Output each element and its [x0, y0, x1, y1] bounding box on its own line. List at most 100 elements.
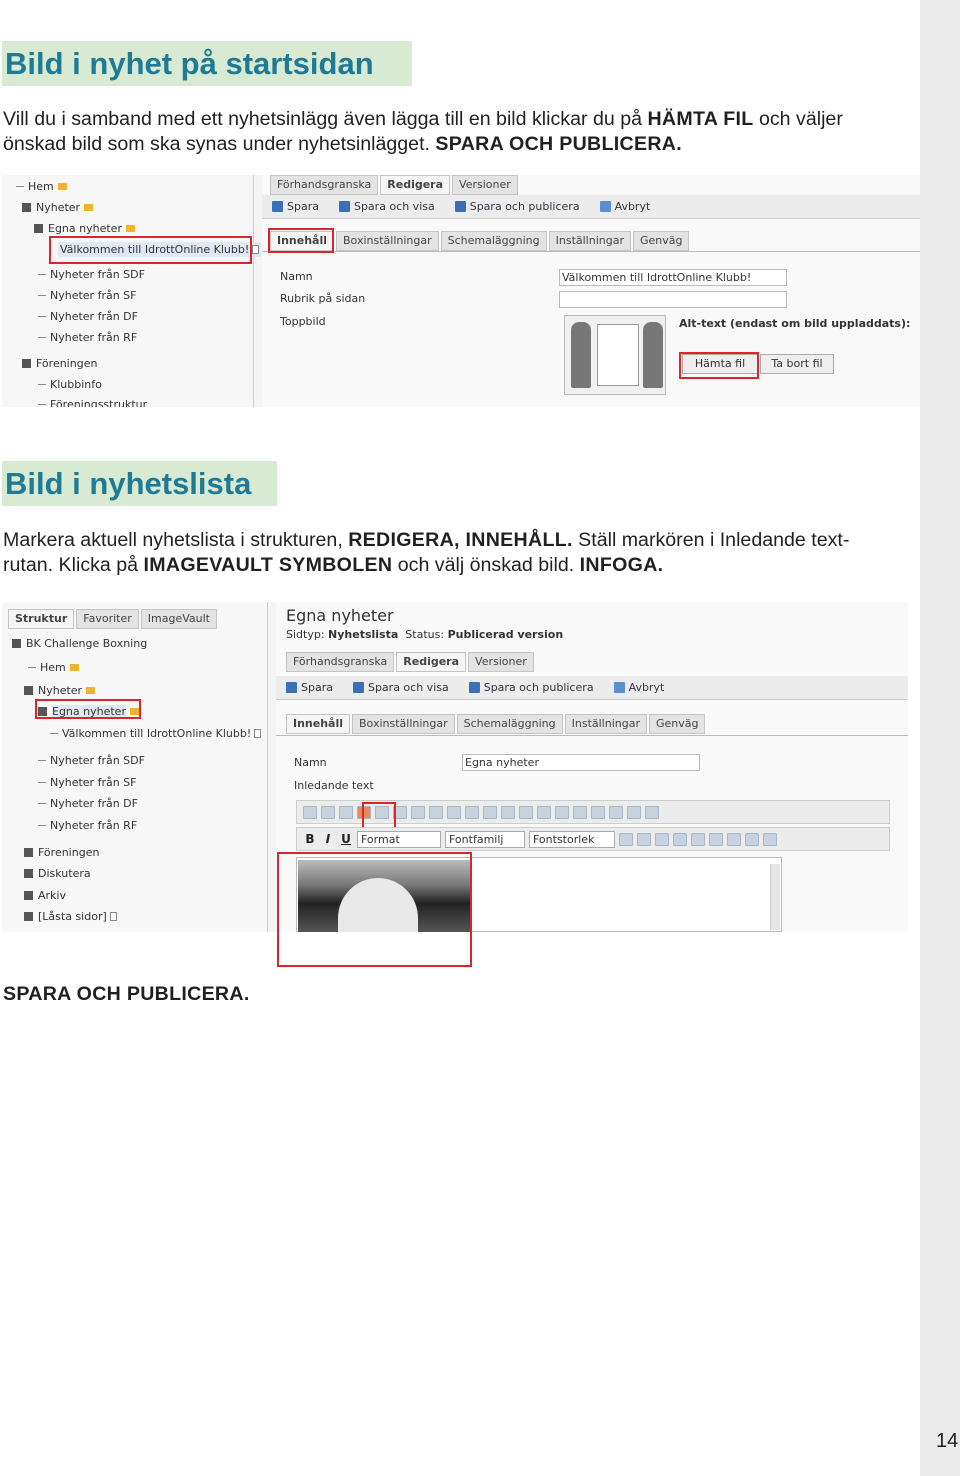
tab-preview[interactable]: Förhandsgranska	[286, 652, 395, 672]
row-props-icon[interactable]	[555, 805, 569, 819]
collapse-icon[interactable]	[34, 224, 43, 233]
tab-versions[interactable]: Versioner	[468, 652, 534, 672]
tab-edit[interactable]: Redigera	[396, 652, 467, 672]
save-publish-button[interactable]: Spara och publicera	[454, 200, 580, 213]
save-button[interactable]: Spara	[272, 200, 319, 213]
editor-scrollbar[interactable]	[770, 864, 780, 930]
highlight-fetch-file	[679, 352, 759, 379]
tree-item-home[interactable]: Hem	[28, 661, 79, 674]
tree-item-from-sf[interactable]: Nyheter från SF	[38, 289, 137, 302]
tab-versions[interactable]: Versioner	[452, 175, 518, 195]
highlight-inserted-image	[277, 852, 472, 967]
name-input[interactable]: Egna nyheter	[462, 754, 700, 771]
tree-item-club[interactable]: Föreningen	[24, 846, 99, 859]
paste-icon[interactable]	[411, 805, 425, 819]
remove-file-button[interactable]: Ta bort fil	[760, 354, 834, 374]
cell-props-icon[interactable]	[537, 805, 551, 819]
tab-box-settings[interactable]: Boxinställningar	[336, 231, 439, 251]
page-title: Egna nyheter	[286, 606, 394, 625]
tab-structure[interactable]: Struktur	[8, 609, 75, 629]
cancel-button[interactable]: Avbryt	[613, 681, 664, 694]
tree-item-locked[interactable]: [Låsta sidor]	[24, 910, 117, 923]
redo-icon[interactable]	[591, 805, 605, 819]
tab-settings[interactable]: Inställningar	[564, 714, 647, 734]
collapse-icon[interactable]	[24, 686, 33, 695]
tab-scheduling[interactable]: Schemaläggning	[440, 231, 547, 251]
bold-button[interactable]: B	[303, 832, 317, 846]
save-publish-button[interactable]: Spara och publicera	[468, 681, 594, 694]
delete-row-icon[interactable]	[465, 805, 479, 819]
tree-item-welcome[interactable]: Välkommen till IdrottOnline Klubb!	[50, 727, 262, 740]
tree-item-from-rf[interactable]: Nyheter från RF	[38, 819, 137, 832]
clear-format-icon[interactable]	[655, 832, 669, 846]
tree-item-club[interactable]: Föreningen	[22, 357, 97, 370]
collapse-icon[interactable]	[24, 891, 33, 900]
number-list-icon[interactable]	[745, 832, 759, 846]
save-view-button[interactable]: Spara och visa	[352, 681, 449, 694]
underline-button[interactable]: U	[339, 832, 353, 846]
tab-box-settings[interactable]: Boxinställningar	[352, 714, 455, 734]
tree-item-root[interactable]: BK Challenge Boxning	[12, 637, 147, 650]
tree-item-clubinfo[interactable]: Klubbinfo	[38, 378, 102, 391]
tab-shortcut[interactable]: Genväg	[648, 714, 706, 734]
tree-item-from-rf[interactable]: Nyheter från RF	[38, 331, 137, 344]
highlight-color-icon[interactable]	[637, 832, 651, 846]
tree-item-discuss[interactable]: Diskutera	[24, 867, 91, 880]
format-select[interactable]: Format	[357, 830, 441, 848]
insert-col-icon[interactable]	[483, 805, 497, 819]
align-right-icon[interactable]	[709, 832, 723, 846]
tree-item-own-news[interactable]: Egna nyheter	[34, 222, 135, 235]
split-icon[interactable]	[519, 805, 533, 819]
unlink-icon[interactable]	[321, 805, 335, 819]
tab-favorites[interactable]: Favoriter	[76, 609, 139, 629]
tree-item-home[interactable]: Hem	[16, 180, 67, 193]
align-left-icon[interactable]	[673, 832, 687, 846]
collapse-icon[interactable]	[12, 639, 21, 648]
undo-icon[interactable]	[573, 805, 587, 819]
save-view-button[interactable]: Spara och visa	[338, 200, 435, 213]
font-size-select[interactable]: Fontstorlek	[529, 830, 615, 848]
image-icon[interactable]	[339, 805, 353, 819]
fullscreen-icon[interactable]	[627, 805, 641, 819]
anchor-icon[interactable]	[303, 805, 317, 819]
align-center-icon[interactable]	[691, 832, 705, 846]
tab-imagevault[interactable]: ImageVault	[140, 609, 217, 629]
name-input[interactable]: Välkommen till IdrottOnline Klubb!	[559, 269, 787, 286]
tree-item-from-df[interactable]: Nyheter från DF	[38, 797, 138, 810]
tree-item-structure[interactable]: Föreningsstruktur	[38, 398, 147, 407]
find-icon[interactable]	[645, 805, 659, 819]
screenshot-news-edit: Hem Nyheter Egna nyheter Välkommen till …	[2, 175, 920, 407]
horizontal-rule-icon[interactable]	[763, 832, 777, 846]
italic-button[interactable]: I	[321, 832, 335, 846]
collapse-icon[interactable]	[24, 848, 33, 857]
tree-item-from-df[interactable]: Nyheter från DF	[38, 310, 138, 323]
tab-settings[interactable]: Inställningar	[548, 231, 631, 251]
heading-input[interactable]	[559, 291, 787, 308]
font-family-select[interactable]: Fontfamilj	[445, 830, 525, 848]
tab-content[interactable]: Innehåll	[286, 714, 351, 734]
special-char-icon[interactable]	[609, 805, 623, 819]
merge-icon[interactable]	[501, 805, 515, 819]
tree-item-news[interactable]: Nyheter	[24, 684, 96, 697]
tree-item-archive[interactable]: Arkiv	[24, 889, 66, 902]
insert-row-icon[interactable]	[447, 805, 461, 819]
tab-edit[interactable]: Redigera	[380, 175, 451, 195]
cancel-button[interactable]: Avbryt	[599, 200, 650, 213]
tab-shortcut[interactable]: Genväg	[632, 231, 690, 251]
bullet-list-icon[interactable]	[727, 832, 741, 846]
tab-scheduling[interactable]: Schemaläggning	[456, 714, 563, 734]
tree-item-news[interactable]: Nyheter	[22, 201, 94, 214]
tree-item-from-sf[interactable]: Nyheter från SF	[38, 776, 137, 789]
heading-label: Rubrik på sidan	[280, 292, 366, 305]
tree-item-from-sdf[interactable]: Nyheter från SDF	[38, 268, 145, 281]
edit-html-icon[interactable]	[429, 805, 443, 819]
collapse-icon[interactable]	[22, 359, 31, 368]
tab-preview[interactable]: Förhandsgranska	[270, 175, 379, 195]
folder-icon	[125, 225, 135, 232]
save-button[interactable]: Spara	[286, 681, 333, 694]
collapse-icon[interactable]	[24, 912, 33, 921]
collapse-icon[interactable]	[22, 203, 31, 212]
tree-item-from-sdf[interactable]: Nyheter från SDF	[38, 754, 145, 767]
text-color-icon[interactable]	[619, 832, 633, 846]
collapse-icon[interactable]	[24, 869, 33, 878]
